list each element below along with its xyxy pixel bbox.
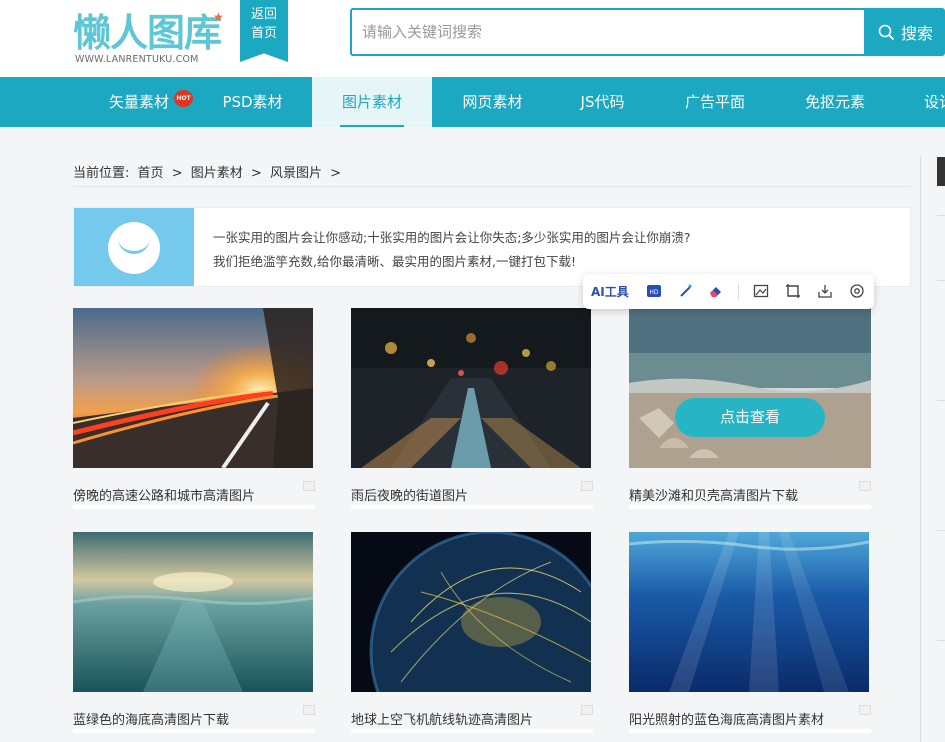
- card-title[interactable]: 精美沙滩和贝壳高清图片下载: [629, 485, 798, 504]
- view-button[interactable]: 点击查看: [675, 398, 825, 437]
- card-divider: [73, 729, 315, 733]
- card-thumbnail[interactable]: [351, 532, 591, 692]
- eraser-icon[interactable]: [708, 283, 724, 299]
- smile-icon: [108, 222, 160, 274]
- card-thumbnail[interactable]: [629, 532, 869, 692]
- image-edit-icon[interactable]: [753, 283, 769, 299]
- nav-item-web[interactable]: 网页素材: [440, 77, 545, 127]
- favorite-icon[interactable]: [581, 481, 593, 491]
- breadcrumb-separator: >: [250, 166, 262, 181]
- nav-item-psd[interactable]: PSD素材: [200, 77, 305, 127]
- site-header: 懒人图库 ★ WWW.LANRENTUKU.COM 返回 首页 搜索: [0, 0, 945, 77]
- back-home-line1: 返回: [250, 7, 277, 22]
- nav-item-ads[interactable]: 广告平面: [665, 77, 765, 127]
- hd-icon[interactable]: HD: [646, 283, 662, 299]
- logo-star-icon: ★: [213, 10, 224, 24]
- sidebar-tab[interactable]: [937, 157, 945, 186]
- favorite-icon[interactable]: [303, 705, 315, 715]
- site-logo[interactable]: 懒人图库 ★ WWW.LANRENTUKU.COM: [73, 10, 224, 66]
- image-card[interactable]: 阳光照射的蓝色海底高清图片素材: [629, 532, 871, 734]
- breadcrumb-separator: >: [171, 166, 183, 181]
- back-home-button[interactable]: 返回 首页: [240, 0, 288, 62]
- toolbar-separator: [738, 283, 739, 300]
- card-title[interactable]: 地球上空飞机航线轨迹高清图片: [351, 709, 533, 728]
- sidebar-divider: [937, 530, 945, 531]
- breadcrumb-prefix: 当前位置:: [73, 166, 130, 181]
- card-divider: [351, 729, 593, 733]
- card-divider: [629, 505, 871, 509]
- card-divider: [629, 729, 871, 733]
- banner-line2: 我们拒绝滥竽充数,给你最清晰、最实用的图片素材,一键打包下载!: [213, 254, 576, 269]
- card-title[interactable]: 傍晚的高速公路和城市高清图片: [73, 485, 255, 504]
- magic-wand-icon[interactable]: [678, 283, 694, 299]
- main-nav: 矢量素材 PSD素材 图片素材 网页素材 JS代码 广告平面 免抠元素 设计: [0, 77, 945, 127]
- breadcrumb-separator: >: [330, 166, 341, 181]
- image-card[interactable]: 傍晚的高速公路和城市高清图片: [73, 308, 315, 510]
- sidebar-divider: [937, 280, 945, 281]
- nav-item-js[interactable]: JS代码: [555, 77, 650, 127]
- card-title[interactable]: 雨后夜晚的街道图片: [351, 485, 468, 504]
- search-icon: [878, 24, 895, 40]
- favorite-icon[interactable]: [303, 481, 315, 491]
- sidebar-divider: [920, 156, 921, 742]
- banner-icon-box: [74, 208, 194, 286]
- card-divider: [351, 505, 593, 509]
- sidebar-divider: [937, 215, 945, 216]
- image-card[interactable]: 蓝绿色的海底高清图片下载: [73, 532, 315, 734]
- card-divider: [73, 505, 315, 509]
- search-input[interactable]: [352, 10, 864, 54]
- search-button[interactable]: 搜索: [864, 10, 943, 54]
- breadcrumb-divider: [73, 186, 911, 187]
- nav-item-images-label: 图片素材: [341, 93, 402, 111]
- back-home-line2: 首页: [250, 26, 277, 41]
- active-underline: [340, 125, 404, 127]
- download-icon[interactable]: [817, 283, 833, 299]
- card-thumbnail[interactable]: [351, 308, 591, 468]
- settings-icon[interactable]: [849, 283, 865, 299]
- logo-text: 懒人图库: [73, 11, 222, 55]
- card-thumbnail[interactable]: [629, 308, 871, 468]
- image-card[interactable]: 雨后夜晚的街道图片: [351, 308, 593, 510]
- ai-toolbar: AI工具 HD: [583, 274, 874, 309]
- image-card[interactable]: 地球上空飞机航线轨迹高清图片: [351, 532, 593, 734]
- logo-url: WWW.LANRENTUKU.COM: [75, 54, 199, 65]
- breadcrumb: 当前位置: 首页 > 图片素材 > 风景图片 >: [73, 162, 345, 181]
- hot-badge: HOT: [174, 90, 193, 107]
- search-button-label: 搜索: [900, 24, 933, 43]
- card-thumbnail[interactable]: [73, 308, 313, 468]
- nav-item-images[interactable]: 图片素材: [312, 77, 432, 127]
- sidebar-divider: [937, 640, 945, 641]
- breadcrumb-home[interactable]: 首页: [138, 166, 164, 181]
- card-title[interactable]: 阳光照射的蓝色海底高清图片素材: [629, 709, 824, 728]
- nav-item-cutout[interactable]: 免抠元素: [785, 77, 885, 127]
- favorite-icon[interactable]: [859, 705, 871, 715]
- favorite-icon[interactable]: [581, 705, 593, 715]
- breadcrumb-scenery[interactable]: 风景图片: [270, 166, 322, 181]
- card-title[interactable]: 蓝绿色的海底高清图片下载: [73, 709, 229, 728]
- ai-tools-button[interactable]: AI工具: [591, 283, 629, 300]
- search-box: 搜索: [350, 8, 945, 56]
- crop-icon[interactable]: [785, 283, 801, 299]
- image-card[interactable]: 点击查看 精美沙滩和贝壳高清图片下载: [629, 308, 871, 510]
- svg-text:HD: HD: [649, 289, 659, 296]
- banner-line1: 一张实用的图片会让你感动;十张实用的图片会让你失态;多少张实用的图片会让你崩溃?: [213, 230, 691, 245]
- nav-item-design[interactable]: 设计: [910, 77, 945, 127]
- sidebar-divider: [937, 400, 945, 401]
- favorite-icon[interactable]: [859, 481, 871, 491]
- breadcrumb-images[interactable]: 图片素材: [191, 166, 243, 181]
- card-thumbnail[interactable]: [73, 532, 313, 692]
